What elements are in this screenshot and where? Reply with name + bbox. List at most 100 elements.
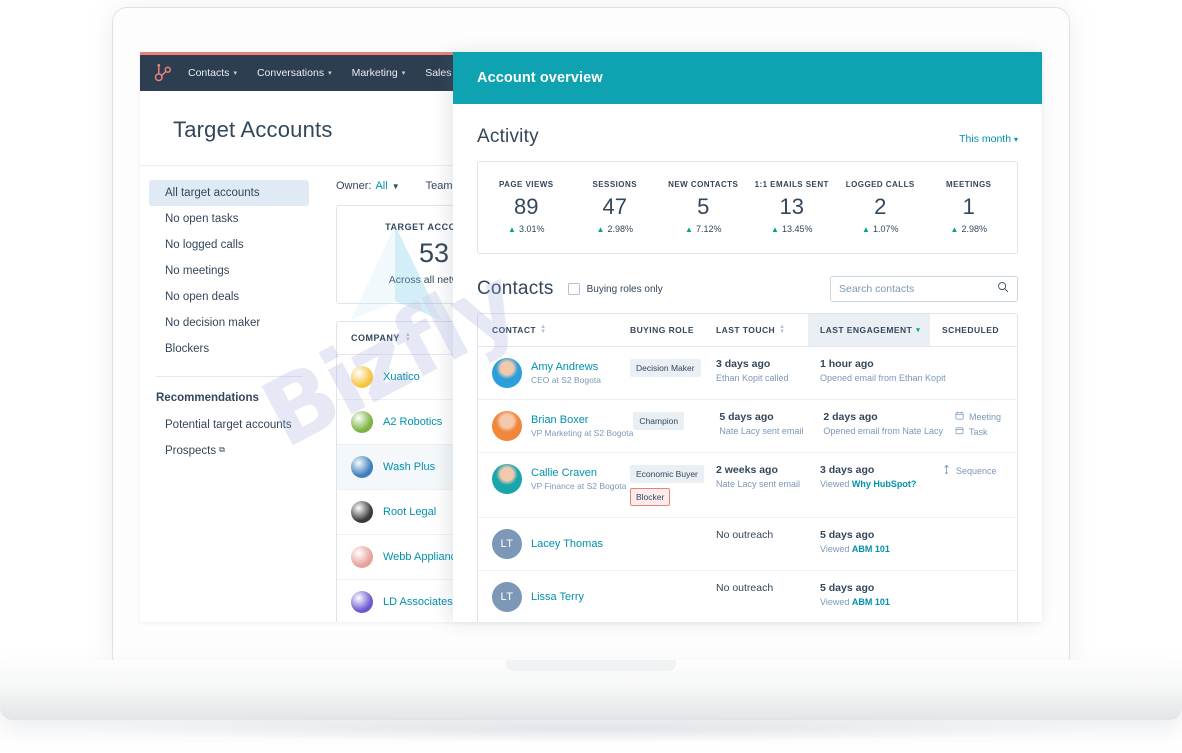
contact-cell: LT Lacey Thomas xyxy=(478,529,630,559)
sort-icon[interactable]: ▲ ▼ xyxy=(540,324,546,335)
column-header-last-touch[interactable]: LAST TOUCH ▲ ▼ xyxy=(716,314,808,346)
last-engagement-secondary: Opened email from Ethan Kopit xyxy=(820,373,946,383)
company-name-link[interactable]: A2 Robotics xyxy=(383,416,442,428)
stat-delta-value: 7.12% xyxy=(695,224,722,234)
contact-cell: Amy Andrews CEO at S2 Bogota xyxy=(478,358,630,388)
company-name-link[interactable]: LD Associates xyxy=(383,596,453,608)
stat-delta: ▲ 3.01% xyxy=(482,224,571,234)
buying-role-badge: Economic Buyer xyxy=(630,465,704,483)
contact-cell: Brian Boxer VP Marketing at S2 Bogota xyxy=(478,411,633,441)
stat-label: PAGE VIEWS xyxy=(498,180,554,189)
last-engagement-secondary: Viewed Why HubSpot? xyxy=(820,479,917,489)
search-input[interactable] xyxy=(839,283,997,295)
contact-cell: Callie Craven VP Finance at S2 Bogota xyxy=(478,464,630,494)
scheduled-item: Meeting xyxy=(955,411,1017,422)
account-overview-panel: Account overview Activity This month ▾ P… xyxy=(453,52,1042,622)
contact-row[interactable]: LT Lacey Thomas No outreach 5 days ago Viewe… xyxy=(478,518,1017,571)
scheduled-label: Sequence xyxy=(956,465,997,476)
sidebar-item-all-target-accounts[interactable]: All target accounts xyxy=(149,180,309,206)
last-engagement-primary: 3 days ago xyxy=(820,464,875,476)
sidebar-item-prospects[interactable]: Prospects ⧉ xyxy=(149,438,309,464)
last-engagement-cell: 3 days ago Viewed Why HubSpot? xyxy=(808,464,930,489)
sidebar-item-no-logged-calls[interactable]: No logged calls xyxy=(149,232,309,258)
buying-role-badge: Blocker xyxy=(630,488,671,506)
contacts-table: CONTACT ▲ ▼ BUYING ROLE LAST TOUCH ▲ ▼ LAS… xyxy=(477,313,1018,622)
avatar xyxy=(492,411,522,441)
last-engagement-secondary: Viewed ABM 101 xyxy=(820,544,890,554)
activity-period-selector[interactable]: This month ▾ xyxy=(959,133,1018,145)
last-engagement-link[interactable]: Why HubSpot? xyxy=(852,479,917,489)
scheduled-item: Task xyxy=(955,426,1017,437)
avatar xyxy=(492,464,522,494)
contact-name-link[interactable]: Callie Craven xyxy=(531,467,626,479)
stat-delta: ▲ 13.45% xyxy=(748,224,837,234)
trend-up-icon: ▲ xyxy=(771,224,779,234)
last-touch-cell: 5 days ago Nate Lacy sent email xyxy=(719,411,811,436)
contact-name-link[interactable]: Amy Andrews xyxy=(531,361,601,373)
activity-stat: 1:1 EMAILS SENT 13 ▲ 13.45% xyxy=(748,180,837,234)
contacts-table-rows: Amy Andrews CEO at S2 Bogota Decision Make… xyxy=(478,347,1017,622)
column-header-contact[interactable]: CONTACT ▲ ▼ xyxy=(478,314,630,346)
contact-row[interactable]: Brian Boxer VP Marketing at S2 Bogota Cham… xyxy=(478,400,1017,453)
sort-icon[interactable]: ▲ ▼ xyxy=(779,324,785,335)
stat-delta-value: 13.45% xyxy=(781,224,813,234)
sort-desc-icon[interactable]: ▾ xyxy=(916,326,920,334)
trend-up-icon: ▲ xyxy=(596,224,605,234)
sidebar-item-no-meetings[interactable]: No meetings xyxy=(149,258,309,284)
calendar-icon xyxy=(955,411,964,422)
account-overview-header: Account overview xyxy=(453,52,1042,104)
company-name-link[interactable]: Xuatico xyxy=(383,371,420,383)
contact-name-block: Lissa Terry xyxy=(531,591,584,603)
nav-item-contacts[interactable]: Contacts ▾ xyxy=(188,67,237,79)
contact-row[interactable]: Amy Andrews CEO at S2 Bogota Decision Make… xyxy=(478,347,1017,400)
nav-item-conversations[interactable]: Conversations ▾ xyxy=(257,67,332,79)
contact-title: CEO at S2 Bogota xyxy=(531,375,601,385)
sequence-icon xyxy=(942,464,951,477)
contact-name-link[interactable]: Lissa Terry xyxy=(531,591,584,603)
search-contacts-box[interactable] xyxy=(830,276,1018,302)
company-name-link[interactable]: Root Legal xyxy=(383,506,436,518)
search-icon[interactable] xyxy=(997,280,1009,298)
sidebar-item-no-open-deals[interactable]: No open deals xyxy=(149,284,309,310)
sidebar-item-no-decision-maker[interactable]: No decision maker xyxy=(149,310,309,336)
external-link-icon: ⧉ xyxy=(219,445,225,454)
nav-item-label: Marketing xyxy=(351,67,398,79)
last-engagement-link[interactable]: ABM 101 xyxy=(852,544,890,554)
nav-item-marketing[interactable]: Marketing ▾ xyxy=(352,67,406,79)
sidebar-item-blockers[interactable]: Blockers xyxy=(149,336,309,362)
buying-roles-only-filter[interactable]: Buying roles only xyxy=(567,283,663,295)
contact-name-block: Callie Craven VP Finance at S2 Bogota xyxy=(531,467,626,491)
column-header-last-engagement[interactable]: LAST ENGAGEMENT ▾ xyxy=(808,314,930,346)
trend-up-icon: ▲ xyxy=(862,224,870,234)
stat-label: NEW CONTACTS xyxy=(668,180,739,189)
column-header-buying-role: BUYING ROLE xyxy=(630,314,716,346)
contact-name-link[interactable]: Brian Boxer xyxy=(531,414,633,426)
buying-role-badge: Champion xyxy=(633,412,685,430)
hubspot-sprocket-icon[interactable] xyxy=(152,62,188,84)
stat-value: 2 xyxy=(874,194,887,219)
buying-roles-checkbox[interactable] xyxy=(567,283,580,295)
contact-row[interactable]: LT Lissa Terry No outreach 5 days ago Viewed… xyxy=(478,571,1017,622)
sort-icon[interactable]: ▲ ▼ xyxy=(405,332,411,343)
column-header-label: LAST TOUCH xyxy=(716,325,776,335)
column-header-label: CONTACT xyxy=(492,325,537,335)
contact-name-link[interactable]: Lacey Thomas xyxy=(531,538,603,550)
last-engagement-link[interactable]: ABM 101 xyxy=(852,597,890,607)
last-touch-primary: No outreach xyxy=(716,529,774,541)
company-logo-icon xyxy=(351,366,373,388)
activity-heading: Activity xyxy=(477,126,539,147)
filter-owner[interactable]: Owner: All ▼ xyxy=(336,180,400,192)
contact-title: VP Marketing at S2 Bogota xyxy=(531,428,634,438)
sidebar-item-potential-target-accounts[interactable]: Potential target accounts xyxy=(149,412,309,438)
scheduled-label: Task xyxy=(968,426,988,437)
avatar xyxy=(492,358,522,388)
sidebar-item-no-open-tasks[interactable]: No open tasks xyxy=(149,206,309,232)
scheduled-cell: Sequence xyxy=(930,464,1017,481)
company-name-link[interactable]: Wash Plus xyxy=(383,461,435,473)
filter-value[interactable]: All xyxy=(375,180,387,192)
column-header-label: BUYING ROLE xyxy=(630,325,694,335)
scheduled-item: Sequence xyxy=(942,464,1017,477)
scheduled-label: Meeting xyxy=(968,411,1001,422)
contact-row[interactable]: Callie Craven VP Finance at S2 Bogota Econ… xyxy=(478,453,1017,518)
trend-up-icon: ▲ xyxy=(685,224,693,234)
